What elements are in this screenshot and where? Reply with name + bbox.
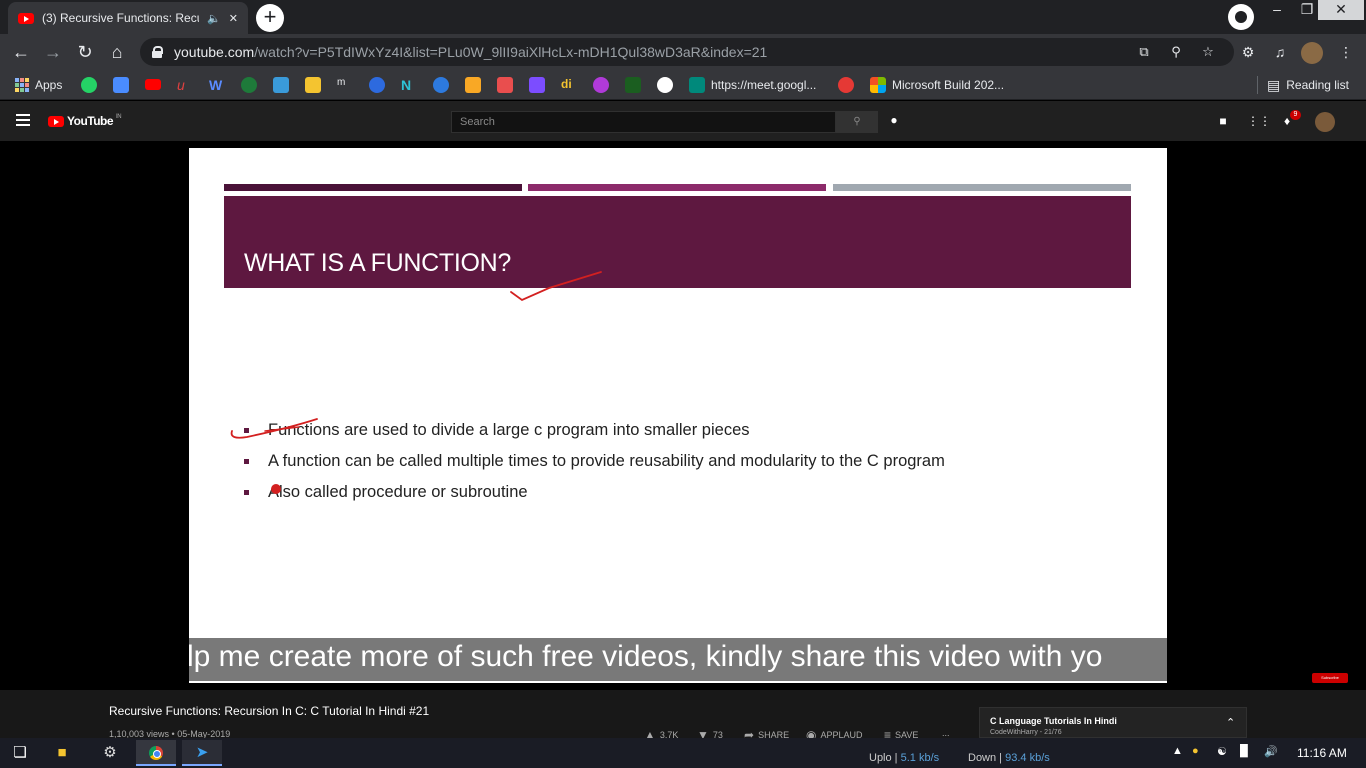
microphone-icon[interactable]: ●	[888, 113, 900, 129]
youtube-icon[interactable]	[145, 79, 161, 90]
youtube-masthead: YouTube IN Search ⚲ ● ■ ⋮⋮ ♦ 9	[0, 101, 1366, 141]
back-arrow-icon[interactable]: ←	[8, 39, 34, 65]
reading-list-icon: ▤	[1267, 76, 1281, 93]
mail-icon[interactable]	[273, 77, 289, 93]
di-icon[interactable]: di	[561, 77, 577, 93]
reload-icon[interactable]: ↻	[72, 39, 98, 65]
open-in-app-icon[interactable]: ⧉	[1136, 44, 1152, 60]
url-host: youtube.com	[174, 44, 255, 60]
search-input[interactable]: Search	[451, 111, 836, 133]
bookmark-apps[interactable]: Apps	[15, 76, 62, 94]
new-tab-button[interactable]: +	[256, 4, 284, 32]
box-icon[interactable]	[497, 77, 513, 93]
profile-avatar[interactable]	[1301, 42, 1323, 64]
video-title: Recursive Functions: Recursion In C: C T…	[109, 704, 430, 718]
w-icon[interactable]: W	[209, 77, 225, 93]
bookmark-star-icon[interactable]: ☆	[1200, 44, 1216, 60]
apps-grid-icon	[15, 78, 29, 92]
bookmark-separator	[1257, 76, 1258, 94]
youtube-favicon-icon	[18, 12, 34, 24]
search-button[interactable]: ⚲	[836, 111, 878, 133]
bookmark-icon[interactable]	[113, 77, 129, 93]
tray-app-icon[interactable]: ●	[1192, 745, 1199, 757]
url-path: /watch?v=P5TdIWxYz4I&list=PLu0W_9lII9aiX…	[254, 44, 768, 60]
bookmark-microsoft-build[interactable]: Microsoft Build 202...	[870, 76, 1004, 94]
caption-banner: lp me create more of such free videos, k…	[189, 638, 1167, 681]
youtube-logo-icon	[48, 115, 64, 127]
extensions-puzzle-icon[interactable]: ⚙	[1238, 42, 1258, 62]
udemy-icon[interactable]: u	[177, 77, 193, 93]
tray-extra-icon[interactable]: ☯	[1217, 745, 1227, 758]
bolt-icon[interactable]	[529, 77, 545, 93]
green-circle-icon[interactable]	[241, 77, 257, 93]
playlist-subtitle: CodeWithHarry - 21/76	[990, 729, 1062, 736]
browser-tab[interactable]: (3) Recursive Functions: Recu 🔈 ✕	[8, 2, 248, 34]
microsoft-icon	[870, 77, 886, 93]
system-clock[interactable]: 11:16 AM	[1297, 746, 1347, 760]
playlist-panel[interactable]: C Language Tutorials In Hindi CodeWithHa…	[979, 707, 1247, 738]
red-e-icon[interactable]	[838, 77, 854, 93]
create-video-icon[interactable]: ■	[1215, 113, 1231, 129]
volume-icon[interactable]: 🔊	[1264, 745, 1278, 758]
browser-tab-strip: (3) Recursive Functions: Recu 🔈 ✕ + – ❐ …	[0, 0, 1366, 34]
playlist-title: C Language Tutorials In Hindi	[990, 716, 1117, 726]
google-icon[interactable]	[657, 77, 673, 93]
chrome-taskbar-icon[interactable]	[136, 740, 176, 766]
vscode-taskbar-icon[interactable]: ➤	[182, 740, 222, 766]
zoom-icon[interactable]: ⚲	[1168, 44, 1184, 60]
n-icon[interactable]: N	[401, 77, 417, 93]
chrome-menu-icon[interactable]: ⋮	[1336, 42, 1356, 62]
caption-text: lp me create more of such free videos, k…	[189, 640, 1103, 673]
video-info-bar: Recursive Functions: Recursion In C: C T…	[0, 690, 1366, 742]
hamburger-menu-icon[interactable]	[16, 114, 30, 126]
tab-title: (3) Recursive Functions: Recu	[42, 11, 200, 25]
bookmark-meet[interactable]: https://meet.googl...	[689, 76, 816, 94]
media-control-icon[interactable]: ♫	[1270, 42, 1290, 62]
network-upload: Uplo | 5.1 kb/s	[869, 752, 940, 764]
tray-expand-icon[interactable]: ▲	[1172, 745, 1183, 757]
annotation-strokes	[230, 271, 602, 494]
apps-icon[interactable]: ⋮⋮	[1247, 113, 1271, 129]
more-actions-button[interactable]: ...	[942, 728, 950, 738]
whatsapp-icon[interactable]	[81, 77, 97, 93]
notification-badge: 9	[1290, 110, 1301, 120]
address-bar[interactable]: youtube.com /watch?v=P5TdIWxYz4I&list=PL…	[140, 38, 1234, 66]
forward-arrow-icon[interactable]: →	[40, 39, 66, 65]
reading-list[interactable]: ▤ Reading list	[1267, 76, 1349, 94]
subscribe-watermark[interactable]: Subscribe	[1312, 673, 1348, 683]
app-icon[interactable]: ⚙	[90, 740, 130, 766]
doc-icon[interactable]	[465, 77, 481, 93]
chevron-up-icon[interactable]: ⌃	[1226, 716, 1235, 729]
home-icon[interactable]: ⌂	[104, 39, 130, 65]
network-download: Down | 93.4 kb/s	[968, 752, 1050, 764]
m-circle-icon[interactable]	[593, 77, 609, 93]
window-close-button[interactable]: ✕	[1318, 0, 1364, 20]
youtube-logo[interactable]: YouTube IN	[48, 114, 122, 128]
lock-icon[interactable]	[152, 46, 163, 58]
file-explorer-icon[interactable]: ■	[42, 740, 82, 766]
m-icon[interactable]: m	[337, 77, 353, 93]
bookmarks-bar: Apps u W m N di https://meet.googl... Mi…	[0, 70, 1366, 100]
video-player[interactable]: WHAT IS A FUNCTION? Functions are used t…	[0, 141, 1366, 690]
play-icon[interactable]	[625, 77, 641, 93]
search-icon: ⚲	[853, 116, 861, 127]
gear-bookmark-icon[interactable]	[433, 77, 449, 93]
speaker-icon[interactable]: 🔈	[207, 12, 221, 25]
tab-search-icon[interactable]	[1228, 4, 1254, 30]
picture-icon[interactable]	[305, 77, 321, 93]
windows-start-icon[interactable]: ❏	[0, 740, 40, 766]
meet-icon	[689, 77, 705, 93]
network-signal-icon[interactable]: █	[1240, 745, 1248, 757]
account-avatar[interactable]	[1315, 112, 1335, 132]
browser-toolbar: ← → ↻ ⌂ youtube.com /watch?v=P5TdIWxYz4I…	[0, 34, 1366, 70]
tab-close-icon[interactable]: ✕	[229, 12, 238, 25]
windows-taskbar: ❏ ■ ⚙ ➤ Uplo | 5.1 kb/s Down | 93.4 kb/s…	[0, 738, 1366, 768]
c-icon[interactable]	[369, 77, 385, 93]
slide-frame: WHAT IS A FUNCTION? Functions are used t…	[189, 148, 1167, 683]
